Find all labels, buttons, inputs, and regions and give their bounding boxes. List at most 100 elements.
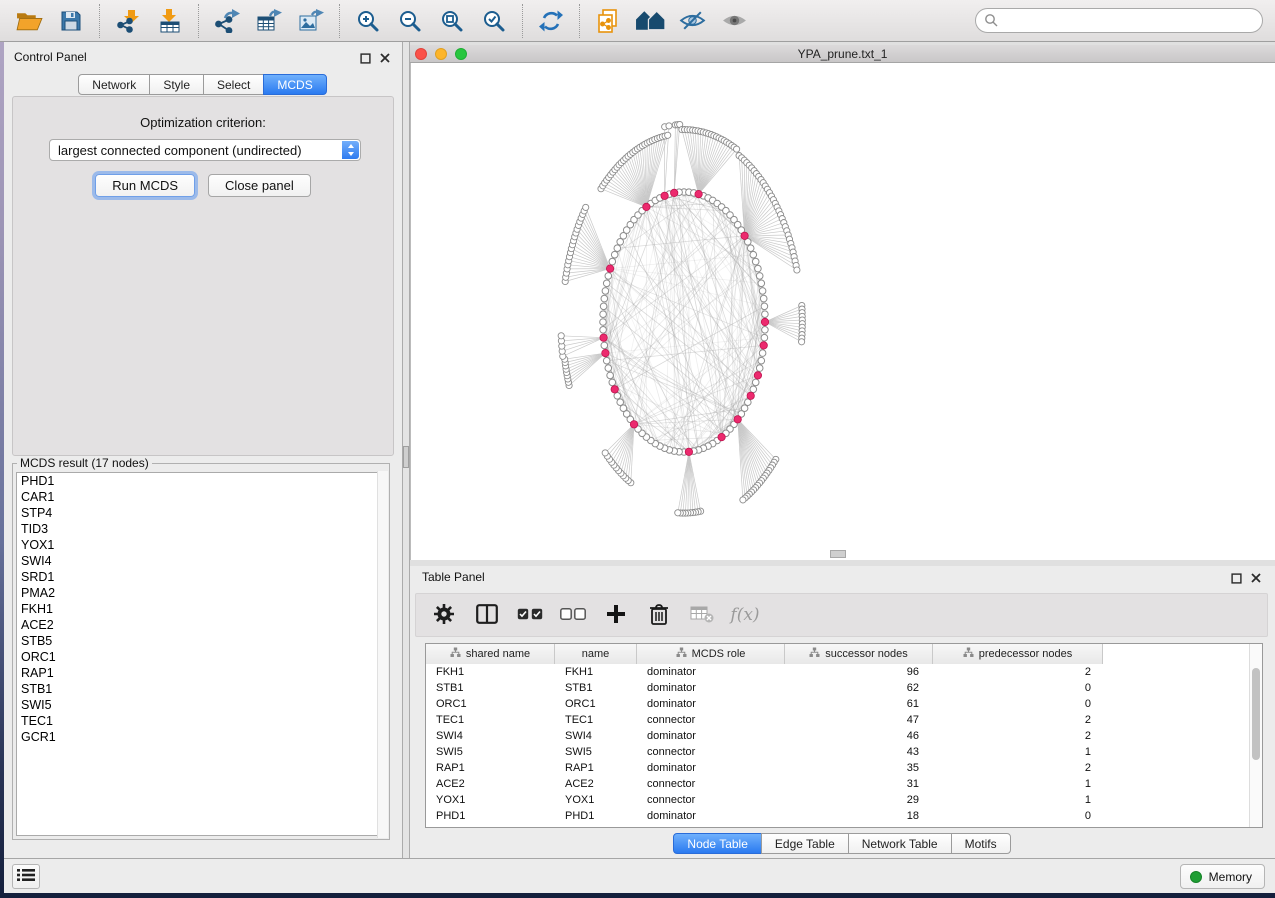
graph-node[interactable] (600, 303, 607, 310)
mcds-result-item[interactable]: SWI4 (17, 553, 385, 569)
close-table-panel-button[interactable] (1249, 571, 1263, 585)
graph-node[interactable] (600, 327, 607, 334)
mcds-result-item[interactable]: STB1 (17, 681, 385, 697)
table-row[interactable]: YOX1 YOX1 connector 29 1 (426, 792, 1262, 808)
mcds-result-item[interactable]: RAP1 (17, 665, 385, 681)
graph-hub-node[interactable] (611, 386, 618, 393)
control-panel-tab[interactable]: Style (149, 74, 204, 95)
mcds-result-item[interactable]: TID3 (17, 521, 385, 537)
graph-hub-node[interactable] (602, 349, 609, 356)
add-column-button[interactable] (602, 600, 630, 630)
float-panel-button[interactable] (358, 51, 372, 65)
export-network-button[interactable] (211, 5, 243, 37)
graph-node[interactable] (752, 258, 759, 265)
import-network-button[interactable] (112, 5, 144, 37)
search-input[interactable] (975, 8, 1263, 33)
table-tab[interactable]: Edge Table (761, 833, 849, 854)
mcds-result-item[interactable]: GCR1 (17, 729, 385, 745)
graph-node[interactable] (750, 251, 757, 258)
open-session-button[interactable] (13, 5, 45, 37)
memory-button[interactable]: Memory (1180, 864, 1265, 889)
graph-node[interactable] (602, 288, 609, 295)
mcds-result-item[interactable]: ACE2 (17, 617, 385, 633)
first-neighbors-button[interactable] (634, 5, 666, 37)
close-panel-button-inline[interactable]: Close panel (208, 174, 311, 197)
graph-hub-node[interactable] (761, 318, 768, 325)
table-row[interactable]: PHD1 PHD1 dominator 18 0 (426, 808, 1262, 824)
table-tab[interactable]: Node Table (673, 833, 762, 854)
vertical-splitter[interactable] (402, 42, 410, 858)
graph-node[interactable] (761, 303, 768, 310)
network-canvas[interactable] (410, 63, 1275, 560)
show-all-button[interactable] (718, 5, 750, 37)
mcds-result-item[interactable]: CAR1 (17, 489, 385, 505)
graph-hub-node[interactable] (741, 232, 748, 239)
mcds-result-item[interactable]: SWI5 (17, 697, 385, 713)
graph-node[interactable] (601, 342, 608, 349)
graph-node[interactable] (614, 245, 621, 252)
mcds-result-item[interactable]: PMA2 (17, 585, 385, 601)
column-header[interactable]: successor nodes (785, 644, 933, 664)
table-scrollbar-thumb[interactable] (1252, 668, 1260, 760)
hide-selected-button[interactable] (676, 5, 708, 37)
graph-hub-node[interactable] (661, 192, 668, 199)
table-row[interactable]: ORC1 ORC1 dominator 61 0 (426, 696, 1262, 712)
graph-node[interactable] (760, 295, 767, 302)
splitter-grip[interactable] (830, 550, 846, 558)
table-tab[interactable]: Motifs (951, 833, 1011, 854)
graph-node[interactable] (600, 319, 607, 326)
close-panel-button[interactable] (378, 51, 392, 65)
graph-node[interactable] (600, 311, 607, 318)
graph-node[interactable] (758, 357, 765, 364)
clone-network-button[interactable] (592, 5, 624, 37)
graph-node[interactable] (762, 311, 769, 318)
graph-leaf-node[interactable] (558, 333, 564, 339)
run-mcds-button[interactable]: Run MCDS (95, 174, 195, 197)
column-header[interactable]: name (555, 644, 637, 664)
criterion-select[interactable]: largest connected component (undirected) (49, 139, 361, 161)
graph-node[interactable] (617, 399, 624, 406)
delete-column-button[interactable] (645, 600, 673, 630)
graph-node[interactable] (759, 288, 766, 295)
graph-hub-node[interactable] (606, 265, 613, 272)
import-table-button[interactable] (154, 5, 186, 37)
graph-hub-node[interactable] (671, 189, 678, 196)
deselect-all-columns-button[interactable] (559, 600, 587, 630)
graph-node[interactable] (614, 393, 621, 400)
zoom-in-button[interactable] (352, 5, 384, 37)
graph-node[interactable] (752, 379, 759, 386)
graph-hub-node[interactable] (718, 433, 725, 440)
column-header[interactable]: MCDS role (637, 644, 785, 664)
graph-leaf-node[interactable] (794, 267, 800, 273)
graph-node[interactable] (750, 386, 757, 393)
graph-hub-node[interactable] (760, 342, 767, 349)
export-image-button[interactable] (295, 5, 327, 37)
table-scrollbar[interactable] (1249, 644, 1262, 827)
refresh-layout-button[interactable] (535, 5, 567, 37)
zoom-fit-button[interactable] (436, 5, 468, 37)
graph-node[interactable] (603, 280, 610, 287)
graph-node[interactable] (607, 372, 614, 379)
graph-node[interactable] (609, 379, 616, 386)
graph-node[interactable] (758, 280, 765, 287)
graph-node[interactable] (605, 365, 612, 372)
mcds-list-scrollbar[interactable] (377, 471, 388, 838)
mcds-result-item[interactable]: ORC1 (17, 649, 385, 665)
mcds-result-item[interactable]: STB5 (17, 633, 385, 649)
graph-hub-node[interactable] (747, 392, 754, 399)
graph-leaf-node[interactable] (583, 204, 589, 210)
graph-leaf-node[interactable] (734, 146, 740, 152)
table-row[interactable]: FKH1 FKH1 dominator 96 2 (426, 664, 1262, 680)
control-panel-tab[interactable]: MCDS (263, 74, 326, 95)
graph-leaf-node[interactable] (666, 123, 672, 129)
column-header[interactable]: predecessor nodes (933, 644, 1103, 664)
table-row[interactable]: SWI4 SWI4 dominator 46 2 (426, 728, 1262, 744)
graph-leaf-node[interactable] (675, 510, 681, 516)
control-panel-tab[interactable]: Select (203, 74, 264, 95)
graph-node[interactable] (759, 350, 766, 357)
table-row[interactable]: STB1 STB1 dominator 62 0 (426, 680, 1262, 696)
graph-node[interactable] (609, 258, 616, 265)
table-tab[interactable]: Network Table (848, 833, 952, 854)
graph-node[interactable] (756, 365, 763, 372)
network-graph[interactable] (411, 63, 1275, 560)
